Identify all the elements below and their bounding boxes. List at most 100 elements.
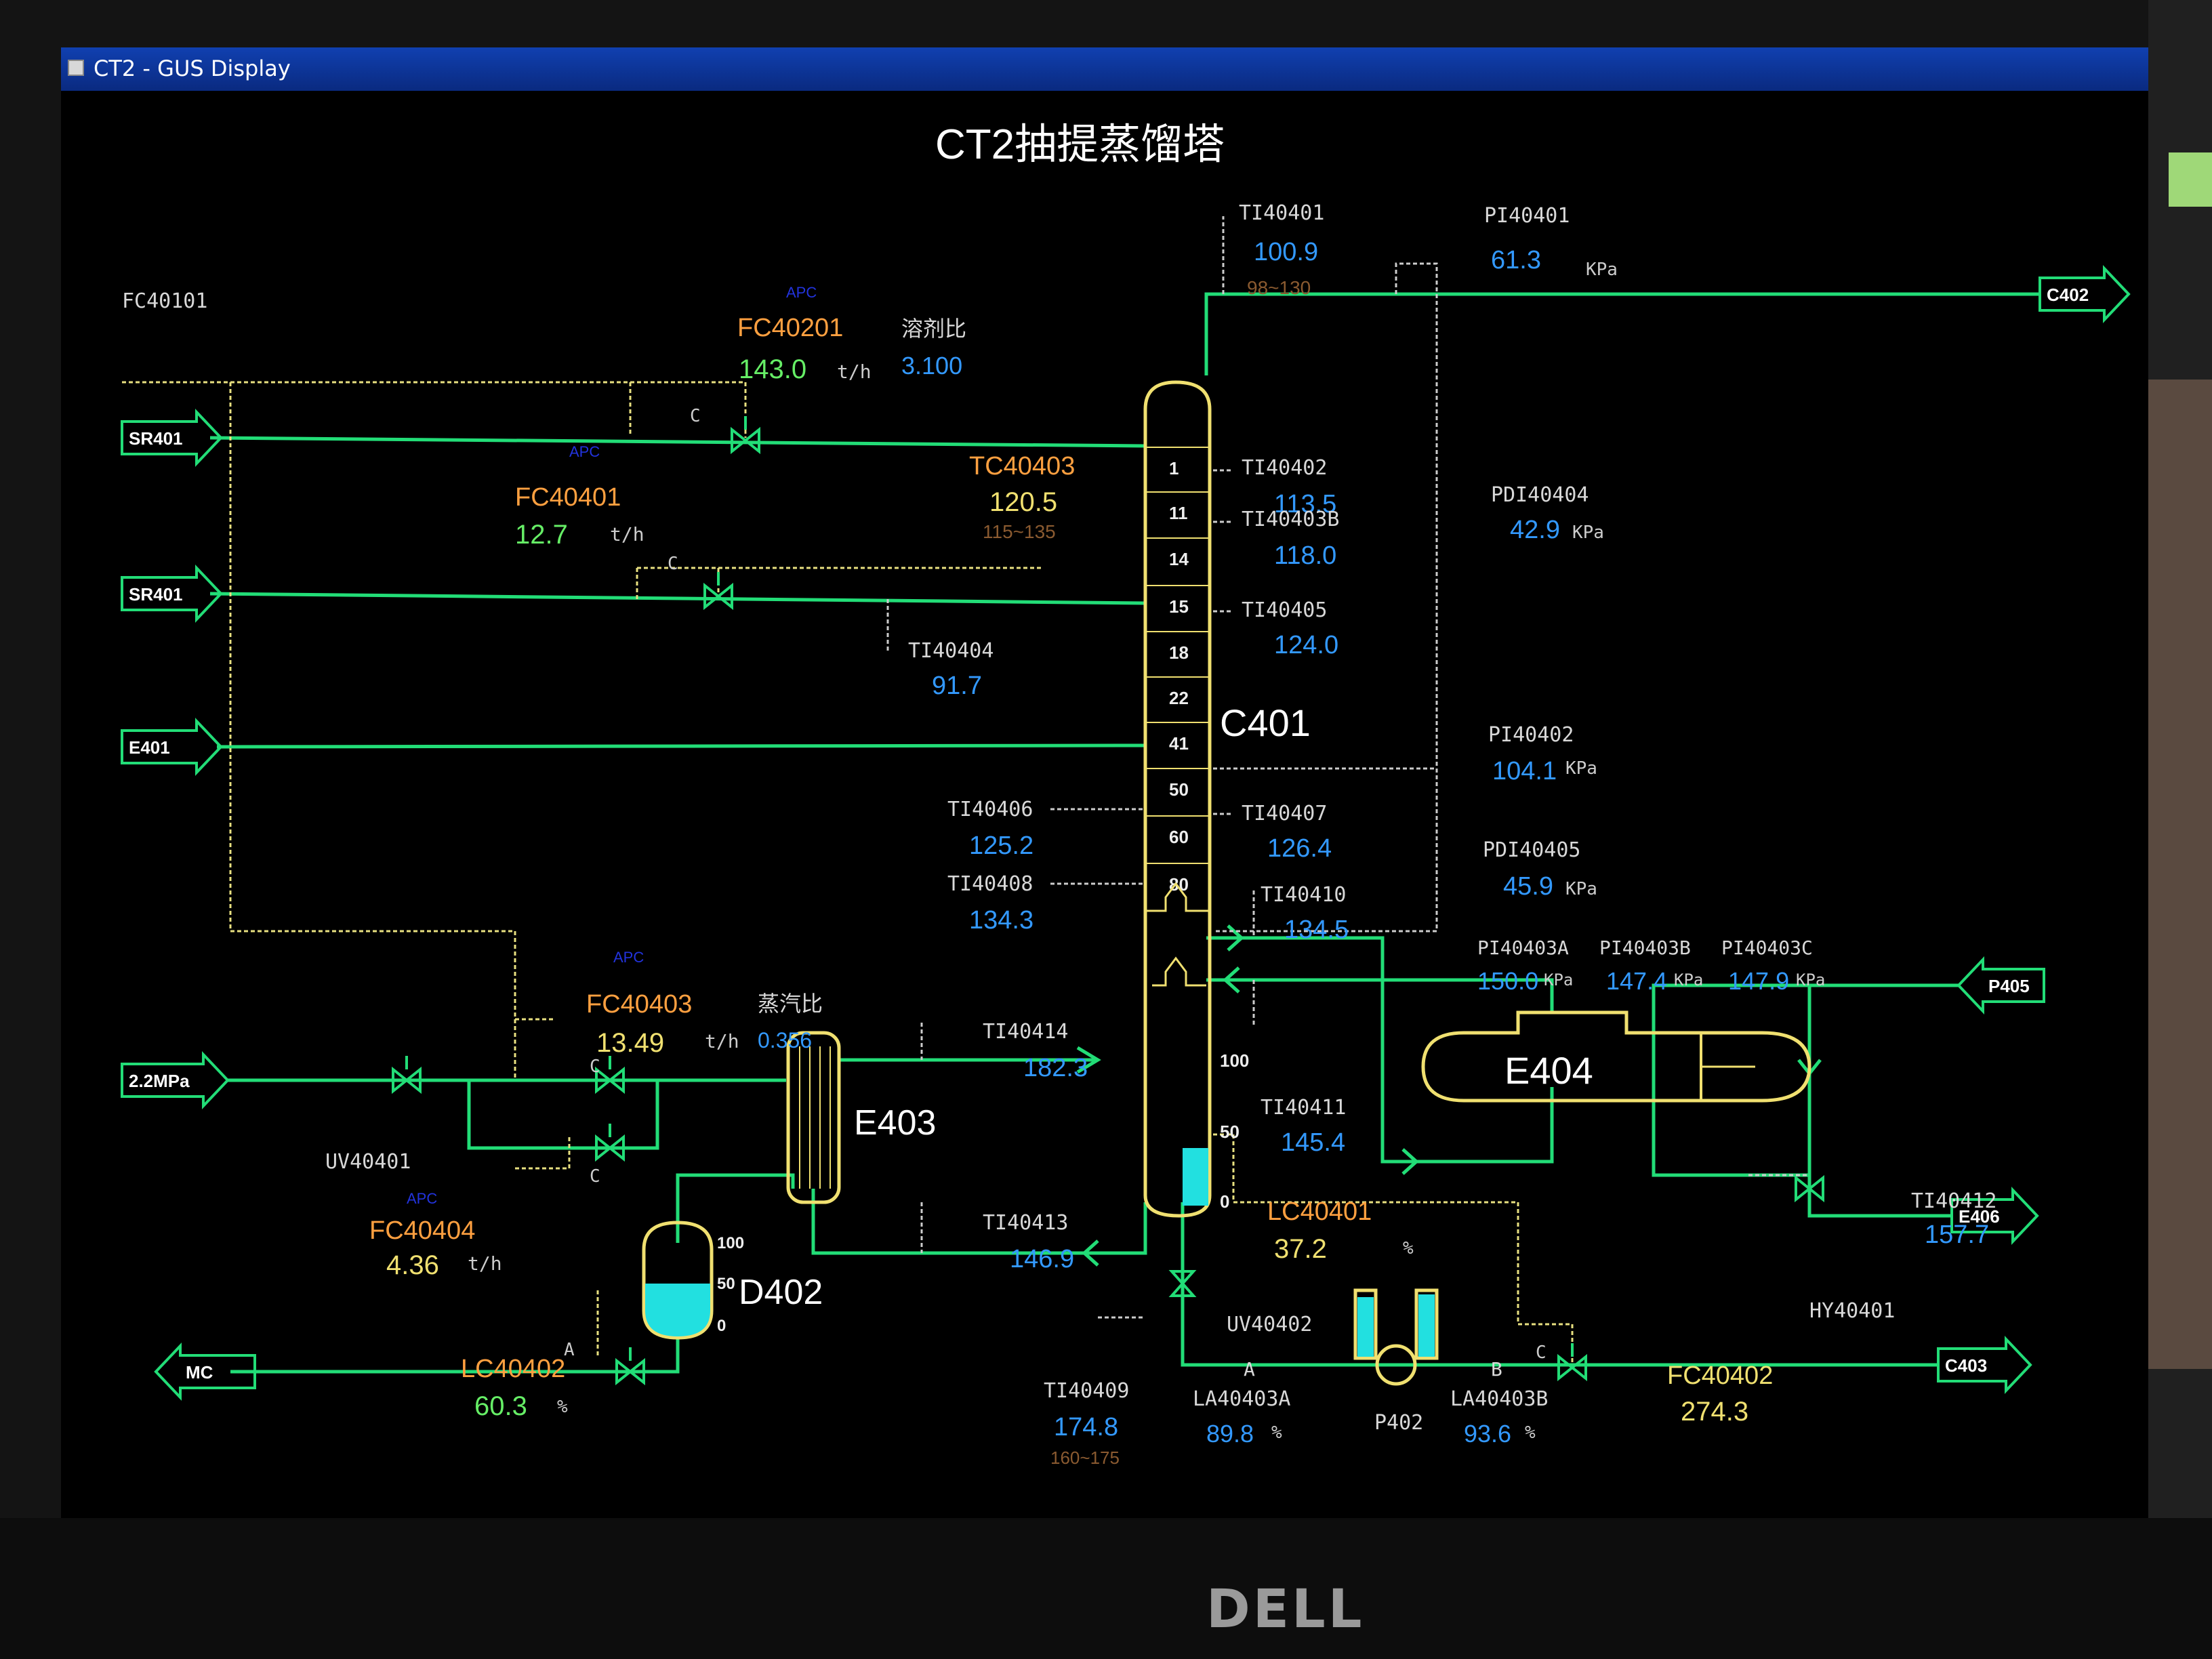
apc-badge: APC [407, 1190, 437, 1207]
tag-ti40405[interactable]: TI40405 [1242, 598, 1327, 622]
level-scale-mark: 100 [717, 1234, 744, 1252]
value-ti40405: 124.0 [1274, 631, 1338, 659]
tray-number: 15 [1169, 596, 1189, 617]
sr401-feed-line-second [209, 592, 1146, 605]
corner-button[interactable] [2169, 152, 2212, 207]
value-pi40403a: 150.0 [1477, 967, 1538, 995]
tag-ti40413[interactable]: TI40413 [983, 1211, 1068, 1235]
tag-la40403a[interactable]: LA40403A [1193, 1387, 1291, 1411]
tag-ti40402[interactable]: TI40402 [1242, 456, 1327, 480]
value-lc40401: 37.2 [1274, 1234, 1327, 1264]
steam-ratio-label: 蒸汽比 [758, 991, 823, 1017]
tag-hy40401[interactable]: HY40401 [1809, 1299, 1895, 1323]
apc-badge: APC [786, 284, 817, 301]
tag-ti40410[interactable]: TI40410 [1261, 883, 1346, 907]
tag-ti40412[interactable]: TI40412 [1911, 1189, 1996, 1213]
connector-label: SR401 [129, 428, 183, 449]
e401-feed-line [216, 743, 1146, 749]
tag-fc40401[interactable]: FC40401 [515, 483, 621, 512]
tag-pi40402[interactable]: PI40402 [1488, 723, 1574, 747]
tag-pdi40405[interactable]: PDI40405 [1483, 838, 1581, 862]
value-tc40403: 120.5 [989, 487, 1057, 517]
tag-fc40403[interactable]: FC40403 [586, 990, 692, 1019]
value-pdi40404: 42.9 [1510, 516, 1560, 544]
valve-lc40402[interactable] [615, 1347, 645, 1386]
value-ti40414: 182.3 [1023, 1054, 1088, 1082]
valve-fc40403[interactable] [595, 1056, 625, 1094]
unit: KPa [1674, 970, 1703, 989]
tag-pi40401[interactable]: PI40401 [1484, 204, 1570, 228]
column-name: C401 [1220, 701, 1311, 744]
controller-mode: C [668, 554, 678, 574]
controller-mode: C [590, 1166, 600, 1187]
window-titlebar[interactable]: CT2 - GUS Display [61, 47, 2212, 91]
unit: % [1403, 1238, 1414, 1258]
e403-label: E403 [854, 1103, 936, 1143]
value-ti40404: 91.7 [932, 672, 982, 700]
c401-level-fill [1183, 1148, 1208, 1206]
value-fc40403: 13.49 [596, 1028, 664, 1058]
tag-lc40401[interactable]: LC40401 [1267, 1197, 1372, 1226]
controller-mode: C [690, 406, 701, 426]
tag-letter: B [1491, 1358, 1502, 1380]
la40403b-bar-fill [1418, 1294, 1435, 1357]
tag-fc40404[interactable]: FC40404 [369, 1216, 475, 1245]
tag-fc40402[interactable]: FC40402 [1667, 1361, 1773, 1390]
connector-label: SR401 [129, 584, 183, 605]
bottoms-to-c403-line [1181, 1202, 1938, 1367]
connector-label: MC [186, 1362, 213, 1382]
tag-ti40403b[interactable]: TI40403B [1242, 508, 1340, 531]
unit: t/h [705, 1030, 739, 1052]
tag-pi40403a[interactable]: PI40403A [1477, 937, 1569, 959]
range-ti40409: 160~175 [1050, 1448, 1120, 1468]
value-ti40409: 174.8 [1054, 1413, 1118, 1441]
monitor-bezel [0, 1518, 2212, 1659]
exchanger-e403[interactable] [786, 1031, 841, 1204]
tag-ti40406[interactable]: TI40406 [947, 798, 1033, 821]
unit: KPa [1544, 970, 1573, 989]
unit: t/h [610, 523, 644, 546]
e403-to-d402-line [676, 1173, 795, 1243]
tag-ti40414[interactable]: TI40414 [983, 1020, 1068, 1044]
tag-fc40101[interactable]: FC40101 [122, 289, 207, 313]
level-scale-mark: 0 [717, 1317, 726, 1335]
tag-uv40401[interactable]: UV40401 [325, 1150, 411, 1174]
level-scale-mark: 50 [717, 1275, 735, 1293]
solvent-ratio-label: 溶剂比 [901, 316, 966, 342]
tag-ti40411[interactable]: TI40411 [1261, 1096, 1346, 1120]
tray-number: 60 [1169, 827, 1189, 847]
tag-fc40201[interactable]: FC40201 [737, 314, 843, 342]
tag-ti40401[interactable]: TI40401 [1239, 201, 1324, 225]
tag-lc40402[interactable]: LC40402 [461, 1355, 565, 1383]
tray-number: 50 [1169, 779, 1189, 800]
tag-uv40402[interactable]: UV40402 [1227, 1313, 1312, 1336]
controller-mode: A [564, 1340, 575, 1360]
controller-mode: C [590, 1057, 600, 1077]
tag-ti40409[interactable]: TI40409 [1044, 1379, 1129, 1403]
tag-pdi40404[interactable]: PDI40404 [1491, 483, 1589, 507]
value-ti40401: 100.9 [1254, 238, 1318, 266]
tray-number: 41 [1169, 733, 1189, 754]
column-internals [1152, 956, 1206, 987]
value-pdi40405: 45.9 [1503, 872, 1553, 901]
level-scale-mark: 100 [1220, 1050, 1249, 1071]
solvent-ratio-value: 3.100 [901, 352, 962, 380]
tag-la40403b[interactable]: LA40403B [1450, 1387, 1549, 1411]
tag-ti40404[interactable]: TI40404 [908, 639, 994, 663]
tag-pi40403c[interactable]: PI40403C [1721, 937, 1813, 959]
tray-number: 14 [1169, 549, 1189, 569]
fc40404-signal [515, 1134, 571, 1170]
tag-ti40408[interactable]: TI40408 [947, 872, 1033, 896]
exchanger-e404[interactable] [1421, 1010, 1811, 1103]
valve-uv40401[interactable] [392, 1056, 422, 1094]
fc40101-signal [122, 381, 747, 438]
tray-number: 18 [1169, 642, 1189, 663]
tag-tc40403[interactable]: TC40403 [969, 452, 1075, 480]
side-panel [2148, 380, 2212, 1369]
tag-ti40407[interactable]: TI40407 [1242, 802, 1327, 825]
window-menu-icon[interactable] [68, 60, 84, 76]
tag-pi40403b[interactable]: PI40403B [1599, 937, 1691, 959]
valve-fc40404[interactable] [595, 1124, 625, 1162]
overhead-line-c402 [1204, 292, 2040, 375]
value-fc40401: 12.7 [515, 520, 568, 550]
